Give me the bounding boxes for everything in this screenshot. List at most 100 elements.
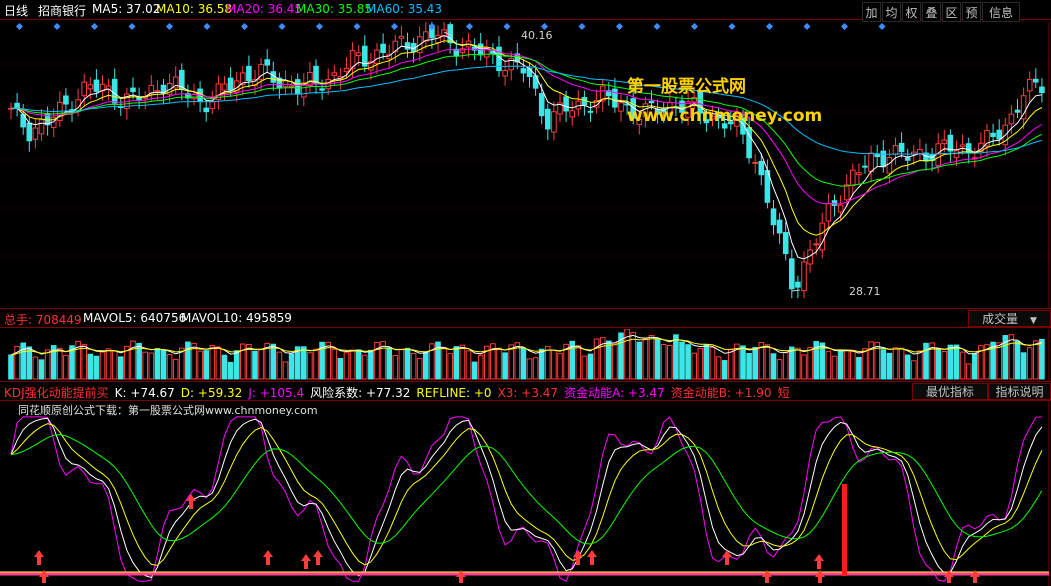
toolbar-add-button[interactable]: 加 — [862, 2, 881, 22]
candlestick — [813, 243, 820, 246]
buy-signal-arrow-icon — [301, 554, 311, 569]
volume-bar — [233, 350, 240, 380]
volume-bar — [593, 338, 600, 380]
candlestick — [93, 79, 100, 92]
volume-bar — [288, 353, 295, 380]
candlestick — [227, 77, 234, 91]
candlestick — [398, 35, 405, 39]
indicator-legend-item: 资金动能A: +3.47 — [564, 386, 665, 400]
candlestick — [294, 79, 301, 95]
toolbar-forecast-button[interactable]: 预 — [962, 2, 981, 22]
candlestick — [862, 165, 868, 168]
candlestick — [850, 169, 856, 187]
volume-bar — [160, 349, 167, 380]
toolbar-range-button[interactable]: 区 — [942, 2, 961, 22]
info-marker-icon — [878, 22, 886, 31]
volume-bar — [362, 354, 368, 380]
watermark-title: 第一股票公式网 — [627, 77, 746, 97]
candlestick — [38, 119, 45, 135]
volume-bar — [1014, 340, 1021, 380]
candlestick — [551, 111, 557, 133]
candlestick — [947, 134, 954, 152]
candlestick — [545, 108, 551, 130]
volume-bar — [752, 346, 759, 380]
candlestick — [1014, 109, 1021, 113]
volume-bar — [57, 347, 63, 380]
info-marker-icon — [390, 22, 399, 31]
indicator-legend-item: D: +59.32 — [180, 386, 243, 400]
candlestick — [502, 69, 508, 77]
volume-bar — [166, 353, 173, 380]
candlestick — [898, 142, 905, 153]
volume-bar — [221, 354, 228, 380]
candlestick — [789, 258, 795, 290]
candlestick — [752, 161, 759, 164]
toolbar-overlay-button[interactable]: 叠 — [922, 2, 941, 22]
volume-header-bar: 总手: 708449 MAVOL5: 640756 MAVOL10: 49585… — [0, 308, 1051, 328]
info-marker-icon — [203, 22, 211, 31]
volume-bar — [105, 348, 112, 380]
info-marker-icon — [465, 22, 474, 31]
candlestick — [648, 100, 655, 104]
optimal-indicator-button[interactable]: 最优指标 — [912, 383, 988, 400]
volume-bar — [1026, 347, 1033, 380]
volume-bar — [923, 342, 929, 380]
info-marker-icon — [53, 22, 61, 31]
volume-bar — [423, 351, 429, 380]
info-marker-icon — [503, 22, 511, 31]
volume-bar — [459, 344, 466, 380]
info-marker-icon — [128, 22, 136, 31]
volume-bar — [557, 352, 563, 380]
high-price-label: 40.16 — [521, 29, 553, 42]
indicator-help-button[interactable]: 指标说明 — [988, 383, 1051, 400]
candlestick — [130, 87, 136, 93]
candlestick — [355, 52, 362, 57]
candlestick — [203, 107, 209, 113]
volume-bar — [215, 346, 222, 380]
moving-average-line — [10, 34, 1042, 260]
info-marker-icon — [240, 22, 249, 31]
volume-bar — [545, 345, 551, 380]
volume-bar — [441, 347, 447, 380]
candlestick — [904, 157, 911, 161]
toolbar-rights-button[interactable]: 权 — [902, 2, 921, 22]
volume-bar — [471, 361, 478, 380]
volume-bar — [825, 350, 832, 380]
volume-bar — [38, 359, 45, 380]
stock-name[interactable]: 招商银行 — [38, 2, 86, 19]
buy-signal-arrow-icon — [186, 494, 196, 509]
candlestick — [843, 184, 850, 201]
volume-bar — [282, 361, 289, 380]
volume-bar — [197, 350, 203, 380]
volume-chart[interactable] — [0, 329, 1051, 381]
indicator-legend-item: X3: +3.47 — [497, 386, 559, 400]
indicator-chart[interactable] — [0, 402, 1051, 586]
volume-bar — [697, 348, 704, 380]
volume-bar — [203, 350, 209, 380]
volume-bar — [801, 354, 807, 380]
volume-bar — [789, 346, 795, 380]
volume-indicator-dropdown[interactable]: 成交量 ▼ — [968, 310, 1051, 327]
toolbar-average-button[interactable]: 均 — [882, 2, 901, 22]
toolbar-info-button[interactable]: 信息 — [982, 2, 1020, 22]
volume-bar — [526, 358, 533, 380]
volume-bar — [807, 346, 813, 380]
candlestick — [1020, 95, 1027, 120]
indicator-legend-item: REFLINE: +0 — [416, 386, 492, 400]
volume-bar — [392, 355, 399, 380]
volume-bar — [343, 352, 350, 380]
volume-bar — [667, 344, 673, 380]
buy-signal-arrow-icon — [587, 550, 597, 565]
k-line — [10, 417, 1043, 579]
volume-bar — [648, 335, 655, 380]
price-chart[interactable] — [0, 22, 1051, 312]
candlestick — [941, 139, 948, 145]
candlestick — [343, 67, 350, 73]
volume-bar — [746, 352, 752, 380]
volume-bar — [880, 349, 887, 380]
period-label[interactable]: 日线 — [4, 2, 28, 19]
candlestick — [246, 65, 252, 82]
volume-bar — [612, 342, 618, 380]
candlestick — [996, 129, 1003, 140]
volume-bar — [953, 344, 960, 380]
